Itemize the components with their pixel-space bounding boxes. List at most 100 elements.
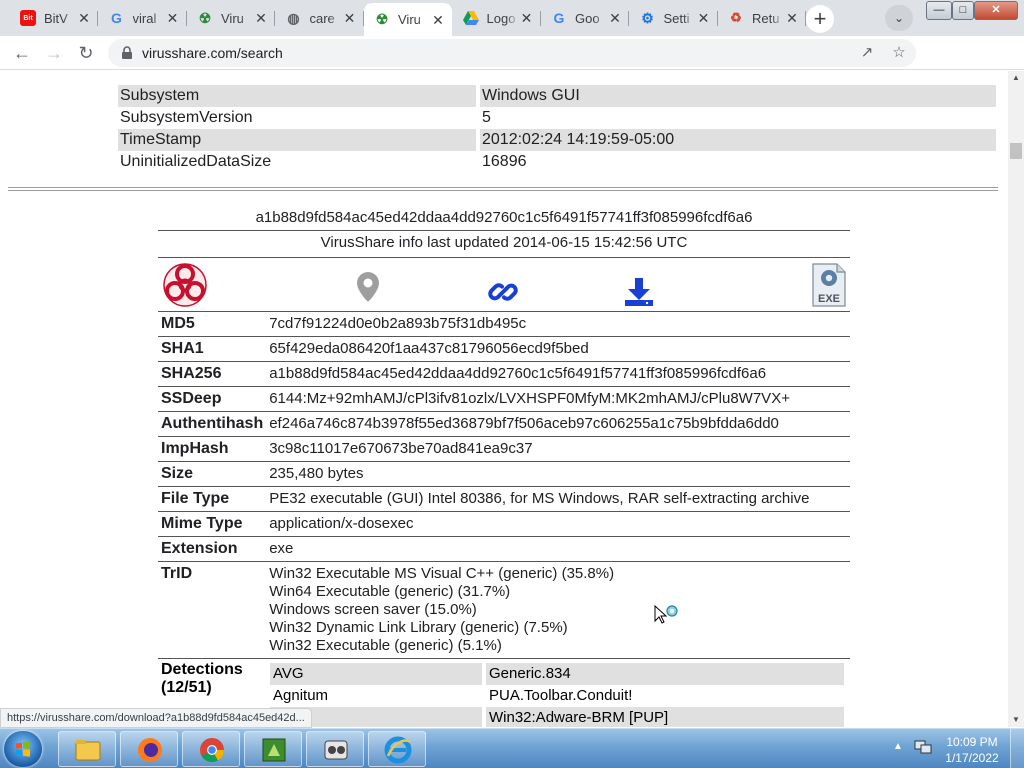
- browser-tab[interactable]: Bit BitV ✕: [10, 4, 98, 32]
- favicon-text: Bit: [23, 14, 33, 22]
- pe-info-key: Subsystem: [118, 85, 476, 107]
- share-icon[interactable]: ↗: [858, 44, 876, 62]
- maximize-button[interactable]: □: [952, 1, 974, 20]
- tab-title: Goo: [575, 10, 600, 26]
- green-app-icon: [262, 738, 286, 762]
- network-icon[interactable]: [914, 739, 932, 755]
- start-button[interactable]: [4, 731, 42, 767]
- close-tab-icon[interactable]: ✕: [165, 10, 181, 26]
- scroll-thumb[interactable]: [1010, 143, 1022, 159]
- close-tab-icon[interactable]: ✕: [342, 10, 358, 26]
- info-row-value: PE32 executable (GUI) Intel 80386, for M…: [266, 486, 850, 512]
- show-desktop-button[interactable]: [1010, 729, 1024, 768]
- info-row: MD5 7cd7f91224d0e0b2a893b75f31db495c: [158, 311, 850, 337]
- info-row-label: MD5: [158, 311, 267, 337]
- recycle-icon: ♻: [730, 10, 742, 25]
- taskbar-item[interactable]: [244, 731, 302, 767]
- detection-result: PUA.Toolbar.Conduit!: [489, 687, 633, 704]
- pe-info-row: UninitializedDataSize 16896: [118, 151, 996, 173]
- clock-date[interactable]: 1/17/2022: [944, 751, 1000, 765]
- clock-time[interactable]: 10:09 PM: [944, 735, 1000, 749]
- taskbar-item[interactable]: [182, 731, 240, 767]
- tab-title: Setti: [663, 10, 690, 26]
- forward-arrow-icon[interactable]: →: [40, 39, 68, 67]
- browser-tab[interactable]: Logo ✕: [453, 4, 541, 32]
- detection-engine: Agnitum: [273, 687, 329, 704]
- info-row: Extension exe: [158, 536, 850, 562]
- info-divider: [158, 230, 850, 231]
- show-hidden-icons-arrow[interactable]: ▲: [893, 741, 903, 752]
- favicon-text: G: [553, 10, 565, 26]
- browser-tab[interactable]: ♻ Retu ✕: [718, 4, 806, 32]
- sample-info-table: MD5 7cd7f91224d0e0b2a893b75f31db495c SHA1 6…: [158, 311, 850, 659]
- link-icon[interactable]: [487, 276, 519, 308]
- tab-title: Viru: [221, 10, 244, 26]
- tab-title: care: [309, 10, 335, 26]
- back-arrow-icon[interactable]: ←: [8, 39, 36, 67]
- info-row-value: 7cd7f91224d0e0b2a893b75f31db495c: [266, 311, 850, 337]
- file-explorer-icon: [75, 740, 101, 761]
- close-tab-icon[interactable]: ✕: [253, 10, 269, 26]
- windows-taskbar: ▲ 10:09 PM 1/17/2022: [0, 728, 1024, 768]
- virusshare-icon: ☢: [375, 11, 389, 27]
- taskbar-item[interactable]: [58, 731, 116, 767]
- address-bar[interactable]: virusshare.com/search ↗ ☆: [108, 39, 916, 67]
- trid-entry: Win32 Dynamic Link Library (generic) (7.…: [269, 619, 568, 636]
- location-pin-icon[interactable]: [355, 271, 381, 303]
- scroll-down-arrow-icon[interactable]: ▼: [1008, 713, 1024, 727]
- new-tab-button[interactable]: +: [806, 5, 834, 33]
- info-updated-text: VirusShare info last updated 2014-06-15 …: [320, 234, 688, 251]
- close-tab-icon[interactable]: ✕: [696, 10, 712, 26]
- detection-row: AVG Generic.834: [270, 663, 844, 685]
- tab-title: Logo: [486, 10, 516, 26]
- close-tab-icon[interactable]: ✕: [76, 10, 92, 26]
- action-icons-row: EXE: [158, 257, 850, 311]
- info-row: SHA256 a1b88d9fd584ac45ed42ddaa4dd92760c1…: [158, 361, 850, 387]
- pe-info-key: TimeStamp: [118, 129, 476, 151]
- info-row-value: 235,480 bytes: [266, 461, 850, 487]
- favicon-text: G: [111, 10, 122, 26]
- vertical-scrollbar[interactable]: ▲ ▼: [1008, 71, 1024, 727]
- info-row: SHA1 65f429eda086420f1aa437c81796056ecd9f…: [158, 336, 850, 362]
- info-row: File Type PE32 executable (GUI) Intel 803…: [158, 486, 850, 512]
- browser-tab[interactable]: ⚙ Setti ✕: [630, 4, 718, 32]
- biohazard-icon[interactable]: [161, 262, 209, 308]
- divider-line: [8, 190, 998, 191]
- pe-info-value: 2012:02:24 14:19:59-05:00: [480, 129, 996, 151]
- browser-tab[interactable]: ◍ care ✕: [276, 4, 364, 32]
- info-row-label: Authentihash: [158, 411, 267, 437]
- windows-logo-icon: [16, 741, 30, 757]
- browser-toolbar: ← → ↻ virusshare.com/search ↗ ☆ ❖ ⋮: [0, 36, 1024, 100]
- lock-icon[interactable]: [120, 46, 134, 60]
- exe-file-icon[interactable]: EXE: [811, 262, 847, 308]
- taskbar-item[interactable]: [368, 731, 426, 767]
- browser-tab[interactable]: ☢ Viru ✕: [187, 4, 275, 32]
- pe-info-row-partial: [118, 71, 996, 85]
- close-tab-icon[interactable]: ✕: [784, 10, 800, 26]
- info-row-value: 3c98c11017e670673be70ad841ea9c37: [266, 436, 850, 462]
- bookmark-star-icon[interactable]: ☆: [890, 44, 908, 62]
- minimize-button[interactable]: —: [926, 1, 952, 20]
- info-row: Authentihash ef246a746c874b3978f55ed36879…: [158, 411, 850, 437]
- close-tab-icon[interactable]: ✕: [607, 10, 623, 26]
- close-tab-icon[interactable]: ✕: [519, 10, 535, 26]
- busy-cursor-icon: [654, 605, 678, 624]
- info-row-value: a1b88d9fd584ac45ed42ddaa4dd92760c1c5f649…: [266, 361, 850, 387]
- tab-search-button[interactable]: ⌄: [885, 5, 913, 31]
- google-drive-icon: [462, 10, 479, 26]
- browser-tab[interactable]: Gviral ✕: [99, 4, 187, 32]
- download-icon[interactable]: [623, 276, 655, 308]
- google-icon: G: [551, 10, 567, 26]
- taskbar-item[interactable]: [120, 731, 178, 767]
- browser-tab[interactable]: ☢ Viru ✕: [364, 3, 452, 36]
- url-text[interactable]: virusshare.com/search: [142, 45, 283, 61]
- info-row-label: Mime Type: [158, 511, 267, 537]
- scroll-up-arrow-icon[interactable]: ▲: [1008, 71, 1024, 85]
- close-window-button[interactable]: ✕: [974, 1, 1018, 20]
- info-row-value: 6144:Mz+92mhAMJ/cPl3ifv81ozlx/LVXHSPF0Mf…: [266, 386, 850, 412]
- reload-icon[interactable]: ↻: [72, 39, 100, 67]
- close-tab-icon[interactable]: ✕: [430, 12, 446, 28]
- browser-tab[interactable]: G Goo ✕: [541, 4, 629, 32]
- info-row-value: ef246a746c874b3978f55ed36879bf7f506aceb9…: [266, 411, 850, 437]
- taskbar-item[interactable]: [306, 731, 364, 767]
